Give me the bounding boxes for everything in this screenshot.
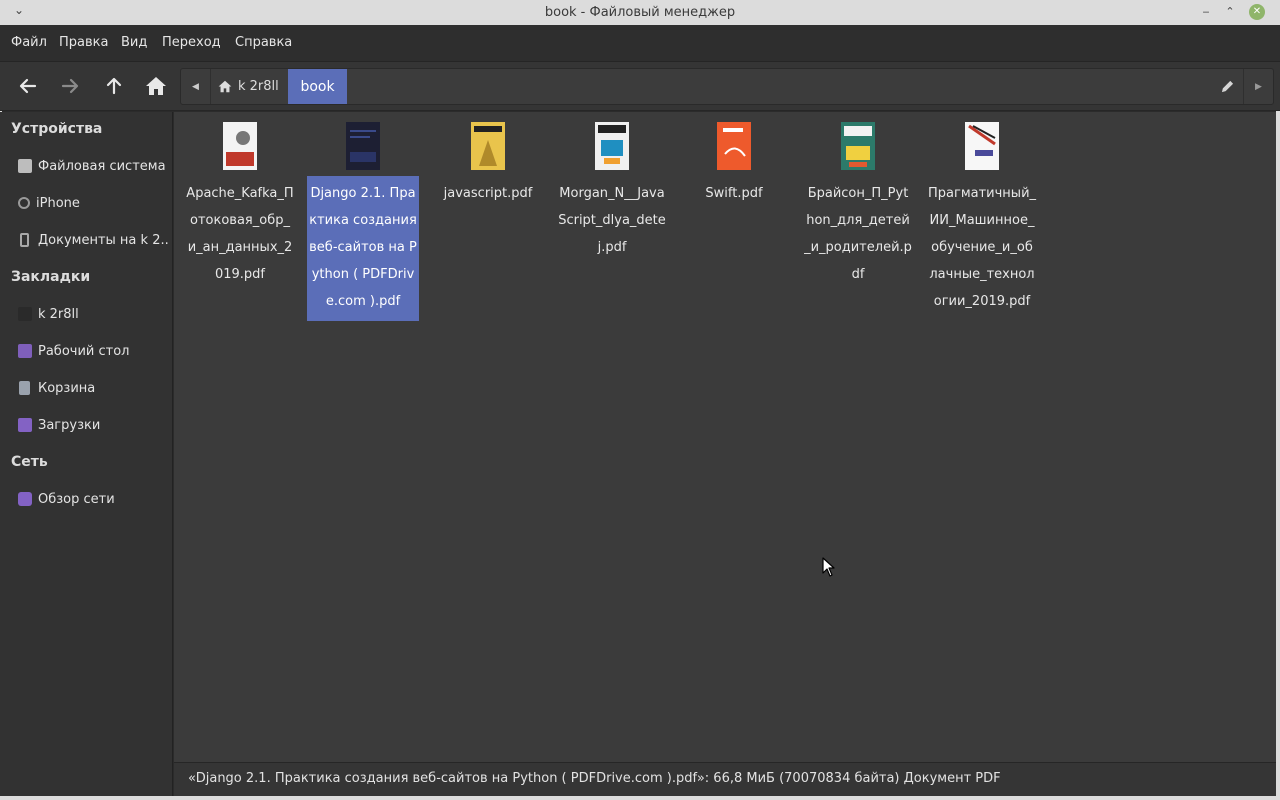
file-name: Брайсон_П_Python_для_детей_и_родителей.p…: [804, 186, 912, 282]
menu-bar: Файл Правка Вид Переход Справка: [0, 25, 1280, 62]
network-icon: [18, 492, 32, 506]
sidebar-item-downloads[interactable]: Загрузки: [18, 414, 170, 436]
arrow-left-icon: [19, 78, 37, 94]
window-title: book - Файловый менеджер: [544, 5, 736, 20]
file-name: javascript.pdf: [443, 186, 533, 201]
pdf-thumbnail-icon: [965, 122, 999, 170]
sidebar-item-filesystem[interactable]: Файловая система: [18, 155, 170, 177]
sidebar-item-label: iPhone: [36, 195, 80, 211]
folder-icon: [18, 344, 32, 358]
sidebar-header-devices: Устройства: [11, 121, 103, 137]
sidebar: Устройства Файловая система iPhone Докум…: [0, 112, 173, 796]
drive-icon: [18, 159, 32, 173]
path-home-label: k 2r8ll: [238, 79, 279, 94]
home-folder-icon: [18, 307, 32, 321]
pdf-thumbnail-icon: [223, 122, 257, 170]
sidebar-item-desktop[interactable]: Рабочий стол: [18, 340, 170, 362]
maximize-button[interactable]: ⌃: [1222, 4, 1238, 20]
minimize-button[interactable]: ‒: [1198, 4, 1214, 20]
sidebar-item-label: Корзина: [38, 380, 96, 396]
mouse-cursor-icon: [822, 557, 835, 577]
home-button[interactable]: [141, 72, 171, 100]
status-text: «Django 2.1. Практика создания веб-сайто…: [188, 771, 1001, 786]
toolbar: ◀ k 2r8ll book ▶: [0, 62, 1280, 111]
file-name: Apache_Kafka_Потоковая_обр_и_ан_данных_2…: [186, 186, 294, 282]
sidebar-item-documents[interactable]: Документы на k 2...: [18, 229, 170, 251]
sidebar-item-network[interactable]: Обзор сети: [18, 488, 170, 510]
sidebar-item-trash[interactable]: Корзина: [18, 377, 170, 399]
sidebar-item-iphone[interactable]: iPhone: [18, 192, 170, 214]
menu-help[interactable]: Справка: [235, 35, 292, 50]
pdf-thumbnail-icon: [717, 122, 751, 170]
file-name: Прагматичный_ИИ_Машинное_обучение_и_обла…: [928, 186, 1037, 309]
sidebar-item-label: Документы на k 2...: [38, 232, 170, 248]
pdf-thumbnail-icon: [471, 122, 505, 170]
pdf-thumbnail-icon: [595, 122, 629, 170]
path-edit-button[interactable]: [1215, 69, 1239, 104]
sidebar-header-network: Сеть: [11, 454, 48, 470]
path-scroll-left-button[interactable]: ◀: [181, 69, 211, 104]
status-bar: «Django 2.1. Практика создания веб-сайто…: [174, 762, 1276, 796]
menu-go[interactable]: Переход: [162, 35, 221, 50]
title-bar: ⌄ book - Файловый менеджер ‒ ⌃ ✕: [0, 0, 1280, 25]
back-button[interactable]: [13, 72, 43, 100]
pdf-thumbnail-icon: [841, 122, 875, 170]
forward-button[interactable]: [55, 72, 85, 100]
path-bar: ◀ k 2r8ll book ▶: [180, 68, 1274, 105]
file-name: Django 2.1. Практика создания веб-сайтов…: [307, 176, 419, 321]
sidebar-item-label: k 2r8ll: [38, 306, 79, 322]
phone-device-icon: [20, 233, 29, 247]
pdf-thumbnail-icon: [346, 122, 380, 170]
sidebar-item-label: Обзор сети: [38, 491, 115, 507]
sidebar-header-bookmarks: Закладки: [11, 269, 91, 285]
menu-file[interactable]: Файл: [11, 35, 47, 50]
path-current-button[interactable]: book: [288, 69, 347, 104]
sidebar-item-home[interactable]: k 2r8ll: [18, 303, 170, 325]
window-border-bottom: [0, 796, 1280, 800]
pencil-icon: [1221, 80, 1233, 93]
home-icon: [218, 80, 232, 93]
arrow-right-icon: [61, 78, 79, 94]
file-name: Morgan_N__JavaScript_dlya_detej.pdf: [558, 186, 666, 255]
menu-edit[interactable]: Правка: [59, 35, 108, 50]
menu-view[interactable]: Вид: [121, 35, 147, 50]
up-button[interactable]: [99, 72, 129, 100]
home-icon: [146, 77, 166, 95]
trash-icon: [19, 381, 30, 395]
path-home-button[interactable]: k 2r8ll: [212, 69, 292, 104]
sidebar-item-label: Файловая система: [38, 158, 166, 174]
arrow-up-icon: [106, 77, 122, 95]
file-name: Swift.pdf: [705, 186, 763, 201]
file-view[interactable]: Apache_Kafka_Потоковая_обр_и_ан_данных_2…: [174, 112, 1276, 762]
sidebar-item-label: Загрузки: [38, 417, 101, 433]
download-folder-icon: [18, 418, 32, 432]
sidebar-item-label: Рабочий стол: [38, 343, 130, 359]
phone-icon: [18, 197, 30, 209]
close-button[interactable]: ✕: [1249, 4, 1265, 20]
path-scroll-right-button[interactable]: ▶: [1243, 69, 1273, 104]
window-border-right: [1276, 25, 1280, 800]
